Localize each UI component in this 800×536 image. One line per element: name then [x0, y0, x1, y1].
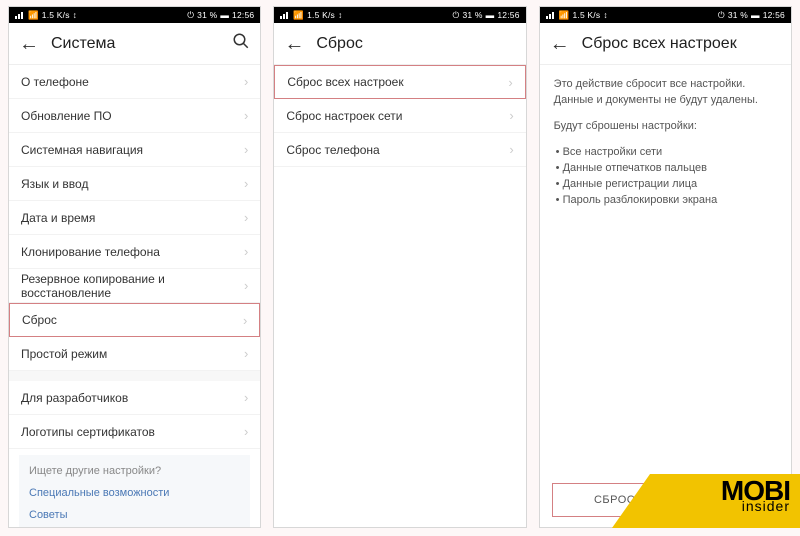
suggest-link[interactable]: Специальные возможности	[29, 487, 240, 499]
list-item[interactable]: Обновление ПО›	[9, 99, 260, 133]
chevron-right-icon: ›	[509, 142, 513, 157]
chevron-right-icon: ›	[244, 390, 248, 405]
item-label: О телефоне	[21, 75, 244, 89]
list-item[interactable]: Дата и время›	[9, 201, 260, 235]
back-icon[interactable]: ←	[550, 34, 570, 54]
item-label: Сброс	[22, 313, 243, 327]
chevron-right-icon: ›	[244, 108, 248, 123]
reset-list: Сброс всех настроек›Сброс настроек сети›…	[274, 65, 525, 527]
suggest-link[interactable]: Советы	[29, 509, 240, 521]
info-subhead: Будут сброшены настройки:	[554, 119, 777, 135]
bullet-item: Данные отпечатков пальцев	[556, 161, 777, 177]
chevron-right-icon: ›	[243, 313, 247, 328]
list-item[interactable]: Для разработчиков›	[9, 381, 260, 415]
screen-system: 📶 1.5 K/s ↕ ⏻31 % ▬ 12:56 ← Система О те…	[8, 6, 261, 528]
page-title: Система	[51, 35, 232, 53]
clock: 12:56	[232, 10, 254, 20]
screen-reset-all: 📶 1.5 K/s ↕ ⏻31 % ▬ 12:56 ← Сброс всех н…	[539, 6, 792, 528]
item-label: Простой режим	[21, 347, 244, 361]
screen-reset: 📶 1.5 K/s ↕ ⏻31 % ▬ 12:56 ← Сброс Сброс …	[273, 6, 526, 528]
status-bar: 📶 1.5 K/s ↕ ⏻31 % ▬ 12:56	[9, 7, 260, 23]
chevron-right-icon: ›	[509, 108, 513, 123]
page-title: Сброс	[316, 35, 515, 53]
chevron-right-icon: ›	[244, 74, 248, 89]
chevron-right-icon: ›	[244, 278, 248, 293]
item-label: Сброс настроек сети	[286, 109, 509, 123]
item-label: Системная навигация	[21, 143, 244, 157]
suggestion-box: Ищете другие настройки? Специальные возмо…	[19, 455, 250, 527]
reset-description: Это действие сбросит все настройки. Данн…	[540, 65, 791, 221]
item-label: Язык и ввод	[21, 177, 244, 191]
settings-list: О телефоне›Обновление ПО›Системная навиг…	[9, 65, 260, 527]
back-icon[interactable]: ←	[284, 34, 304, 54]
bullet-item: Все настройки сети	[556, 145, 777, 161]
list-item[interactable]: Сброс настроек сети›	[274, 99, 525, 133]
list-item[interactable]: Сброс всех настроек›	[274, 65, 525, 99]
search-icon[interactable]	[232, 32, 250, 55]
suggest-heading: Ищете другие настройки?	[29, 465, 240, 477]
list-item[interactable]: Резервное копирование и восстановление›	[9, 269, 260, 303]
info-text: Это действие сбросит все настройки. Данн…	[554, 77, 777, 109]
brand-watermark: MOBI insider	[650, 474, 800, 528]
item-label: Логотипы сертификатов	[21, 425, 244, 439]
item-label: Сброс телефона	[286, 143, 509, 157]
list-item[interactable]: Сброс телефона›	[274, 133, 525, 167]
list-item[interactable]: Логотипы сертификатов›	[9, 415, 260, 449]
chevron-right-icon: ›	[244, 176, 248, 191]
chevron-right-icon: ›	[244, 346, 248, 361]
chevron-right-icon: ›	[244, 424, 248, 439]
back-icon[interactable]: ←	[19, 34, 39, 54]
bullet-item: Данные регистрации лица	[556, 177, 777, 193]
item-label: Резервное копирование и восстановление	[21, 272, 244, 300]
item-label: Для разработчиков	[21, 391, 244, 405]
chevron-right-icon: ›	[244, 142, 248, 157]
list-item[interactable]: Клонирование телефона›	[9, 235, 260, 269]
list-item[interactable]: Язык и ввод›	[9, 167, 260, 201]
status-bar: 📶 1.5 K/s ↕ ⏻31 % ▬ 12:56	[274, 7, 525, 23]
net-speed: 1.5 K/s	[42, 10, 70, 20]
chevron-right-icon: ›	[508, 75, 512, 90]
list-item[interactable]: О телефоне›	[9, 65, 260, 99]
list-item[interactable]: Системная навигация›	[9, 133, 260, 167]
list-item[interactable]: Простой режим›	[9, 337, 260, 371]
item-label: Дата и время	[21, 211, 244, 225]
bullet-item: Пароль разблокировки экрана	[556, 193, 777, 209]
item-label: Клонирование телефона	[21, 245, 244, 259]
chevron-right-icon: ›	[244, 244, 248, 259]
item-label: Сброс всех настроек	[287, 75, 508, 89]
item-label: Обновление ПО	[21, 109, 244, 123]
chevron-right-icon: ›	[244, 210, 248, 225]
header: ← Система	[9, 23, 260, 65]
status-bar: 📶 1.5 K/s ↕ ⏻31 % ▬ 12:56	[540, 7, 791, 23]
page-title: Сброс всех настроек	[582, 35, 781, 53]
header: ← Сброс всех настроек	[540, 23, 791, 65]
reset-bullet-list: Все настройки сетиДанные отпечатков паль…	[554, 145, 777, 209]
list-item[interactable]: Сброс›	[9, 303, 260, 337]
header: ← Сброс	[274, 23, 525, 65]
